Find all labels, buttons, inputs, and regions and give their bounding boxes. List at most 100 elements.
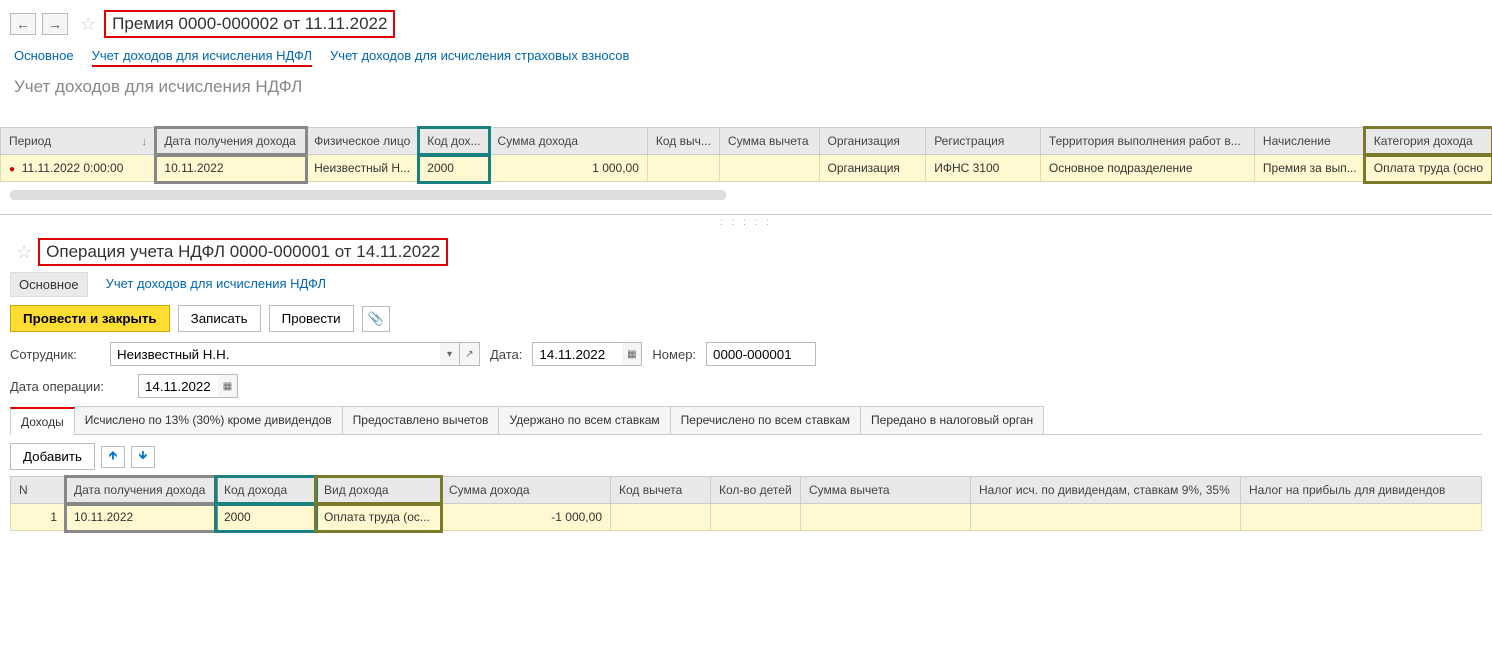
cell-accrual: Премия за вып... xyxy=(1254,155,1365,182)
write-button[interactable]: Записать xyxy=(178,305,261,332)
subtab-main[interactable]: Основное xyxy=(10,272,88,297)
col-deduct-code[interactable]: Код выч... xyxy=(647,128,719,155)
col-reg[interactable]: Регистрация xyxy=(926,128,1041,155)
subtab-ndfl[interactable]: Учет доходов для исчисления НДФЛ xyxy=(102,272,330,297)
col-income-sum[interactable]: Сумма дохода xyxy=(489,128,647,155)
cell-person: Неизвестный Н... xyxy=(306,155,419,182)
cell-deduct-sum xyxy=(719,155,819,182)
col-territory[interactable]: Территория выполнения работ в... xyxy=(1040,128,1254,155)
col-income-code[interactable]: Код дох... xyxy=(419,128,489,155)
action-bar: Провести и закрыть Записать Провести 📎 xyxy=(10,305,1482,332)
col-income-code[interactable]: Код дохода xyxy=(216,477,316,504)
cell-income-sum: 1 000,00 xyxy=(489,155,647,182)
paperclip-icon: 📎 xyxy=(367,311,383,327)
cell-kids xyxy=(711,504,801,531)
col-deduct-code[interactable]: Код вычета xyxy=(611,477,711,504)
col-kids[interactable]: Кол-во детей xyxy=(711,477,801,504)
cell-profit-tax xyxy=(1241,504,1482,531)
cell-income-sum: -1 000,00 xyxy=(441,504,611,531)
tab-main[interactable]: Основное xyxy=(14,48,74,67)
add-row-button[interactable]: Добавить xyxy=(10,443,95,470)
date-input[interactable] xyxy=(532,342,622,366)
col-period[interactable]: Период↓ xyxy=(1,128,156,155)
innertab-withheld[interactable]: Удержано по всем ставкам xyxy=(498,406,670,434)
innertab-transferred[interactable]: Перечислено по всем ставкам xyxy=(670,406,861,434)
bottom-document: ☆ Операция учета НДФЛ 0000-000001 от 14.… xyxy=(0,230,1492,541)
cell-income-date: 10.11.2022 xyxy=(156,155,306,182)
col-accrual[interactable]: Начисление xyxy=(1254,128,1365,155)
employee-label: Сотрудник: xyxy=(10,347,100,362)
post-button[interactable]: Провести xyxy=(269,305,354,332)
col-income-date[interactable]: Дата получения дохода xyxy=(66,477,216,504)
move-down-button[interactable]: 🡻 xyxy=(131,446,155,468)
tab-ndfl-income[interactable]: Учет доходов для исчисления НДФЛ xyxy=(92,48,312,67)
tab-insurance-income[interactable]: Учет доходов для исчисления страховых вз… xyxy=(330,48,629,67)
document-title: Премия 0000-000002 от 11.11.2022 xyxy=(104,10,395,38)
cell-deduct-sum xyxy=(801,504,971,531)
cell-n: 1 xyxy=(11,504,66,531)
row-toolbar: Добавить 🡹 🡻 xyxy=(10,435,1482,476)
innertab-deducts[interactable]: Предоставлено вычетов xyxy=(342,406,500,434)
inner-tabs: Доходы Исчислено по 13% (30%) кроме диви… xyxy=(10,406,1482,435)
number-input[interactable] xyxy=(706,342,816,366)
opdate-label: Дата операции: xyxy=(10,379,128,394)
col-deduct-sum[interactable]: Сумма вычета xyxy=(719,128,819,155)
cell-income-code: 2000 xyxy=(419,155,489,182)
number-label: Номер: xyxy=(652,347,696,362)
nav-forward-button[interactable]: → xyxy=(42,13,68,35)
cell-period: 11.11.2022 0:00:00 xyxy=(22,161,124,175)
cell-income-date: 10.11.2022 xyxy=(66,504,216,531)
col-div-tax[interactable]: Налог исч. по дивидендам, ставкам 9%, 35… xyxy=(971,477,1241,504)
document-title: Операция учета НДФЛ 0000-000001 от 14.11… xyxy=(38,238,448,266)
section-heading: Учет доходов для исчисления НДФЛ xyxy=(0,69,1492,109)
post-and-close-button[interactable]: Провести и закрыть xyxy=(10,305,170,332)
cell-income-type: Оплата труда (ос... xyxy=(316,504,441,531)
date-calendar-button[interactable]: ▦ xyxy=(622,342,642,366)
move-up-button[interactable]: 🡹 xyxy=(101,446,125,468)
attach-button[interactable]: 📎 xyxy=(362,306,390,332)
income-detail-table: N Дата получения дохода Код дохода Вид д… xyxy=(10,476,1482,531)
income-table: Период↓ Дата получения дохода Физическое… xyxy=(0,127,1492,182)
table-row[interactable]: 1 10.11.2022 2000 Оплата труда (ос... -1… xyxy=(11,504,1482,531)
cell-reg: ИФНС 3100 xyxy=(926,155,1041,182)
col-n[interactable]: N xyxy=(11,477,66,504)
sort-indicator-icon: ↓ xyxy=(141,134,147,148)
cell-territory: Основное подразделение xyxy=(1040,155,1254,182)
favorite-star-icon[interactable]: ☆ xyxy=(80,14,96,35)
cell-deduct-code xyxy=(647,155,719,182)
cell-income-code: 2000 xyxy=(216,504,316,531)
col-deduct-sum[interactable]: Сумма вычета xyxy=(801,477,971,504)
top-tabs: Основное Учет доходов для исчисления НДФ… xyxy=(0,42,1492,69)
opdate-input[interactable] xyxy=(138,374,218,398)
favorite-star-icon[interactable]: ☆ xyxy=(16,242,32,263)
cell-div-tax xyxy=(971,504,1241,531)
top-document: ← → ☆ Премия 0000-000002 от 11.11.2022 О… xyxy=(0,0,1492,215)
bottom-subtabs: Основное Учет доходов для исчисления НДФ… xyxy=(10,272,1482,297)
opdate-calendar-button[interactable]: ▦ xyxy=(218,374,238,398)
income-table-header: Период↓ Дата получения дохода Физическое… xyxy=(1,128,1492,155)
col-income-type[interactable]: Вид дохода xyxy=(316,477,441,504)
innertab-sent-tax[interactable]: Передано в налоговый орган xyxy=(860,406,1044,434)
table-row[interactable]: ● 11.11.2022 0:00:00 10.11.2022 Неизвест… xyxy=(1,155,1492,182)
calendar-icon: ▦ xyxy=(627,349,636,360)
employee-input[interactable] xyxy=(110,342,440,366)
employee-open-button[interactable]: ↗ xyxy=(460,342,480,366)
col-org[interactable]: Организация xyxy=(819,128,926,155)
nav-toolbar: ← → ☆ Премия 0000-000002 от 11.11.2022 xyxy=(0,0,1492,42)
date-label: Дата: xyxy=(490,347,522,362)
innertab-calc13[interactable]: Исчислено по 13% (30%) кроме дивидендов xyxy=(74,406,343,434)
innertab-income[interactable]: Доходы xyxy=(10,407,75,435)
cell-category: Оплата труда (осно xyxy=(1365,155,1491,182)
col-profit-tax[interactable]: Налог на прибыль для дивидендов xyxy=(1241,477,1482,504)
col-person[interactable]: Физическое лицо xyxy=(306,128,419,155)
employee-dropdown-button[interactable]: ▾ xyxy=(440,342,460,366)
col-category[interactable]: Категория дохода xyxy=(1365,128,1491,155)
splitter-handle[interactable]: : : : : : xyxy=(0,215,1492,230)
col-income-date[interactable]: Дата получения дохода xyxy=(156,128,306,155)
horizontal-scrollbar[interactable] xyxy=(10,190,726,200)
col-income-sum[interactable]: Сумма дохода xyxy=(441,477,611,504)
row-marker-icon: ● xyxy=(9,164,15,175)
calendar-icon: ▦ xyxy=(223,381,232,392)
cell-deduct-code xyxy=(611,504,711,531)
nav-back-button[interactable]: ← xyxy=(10,13,36,35)
